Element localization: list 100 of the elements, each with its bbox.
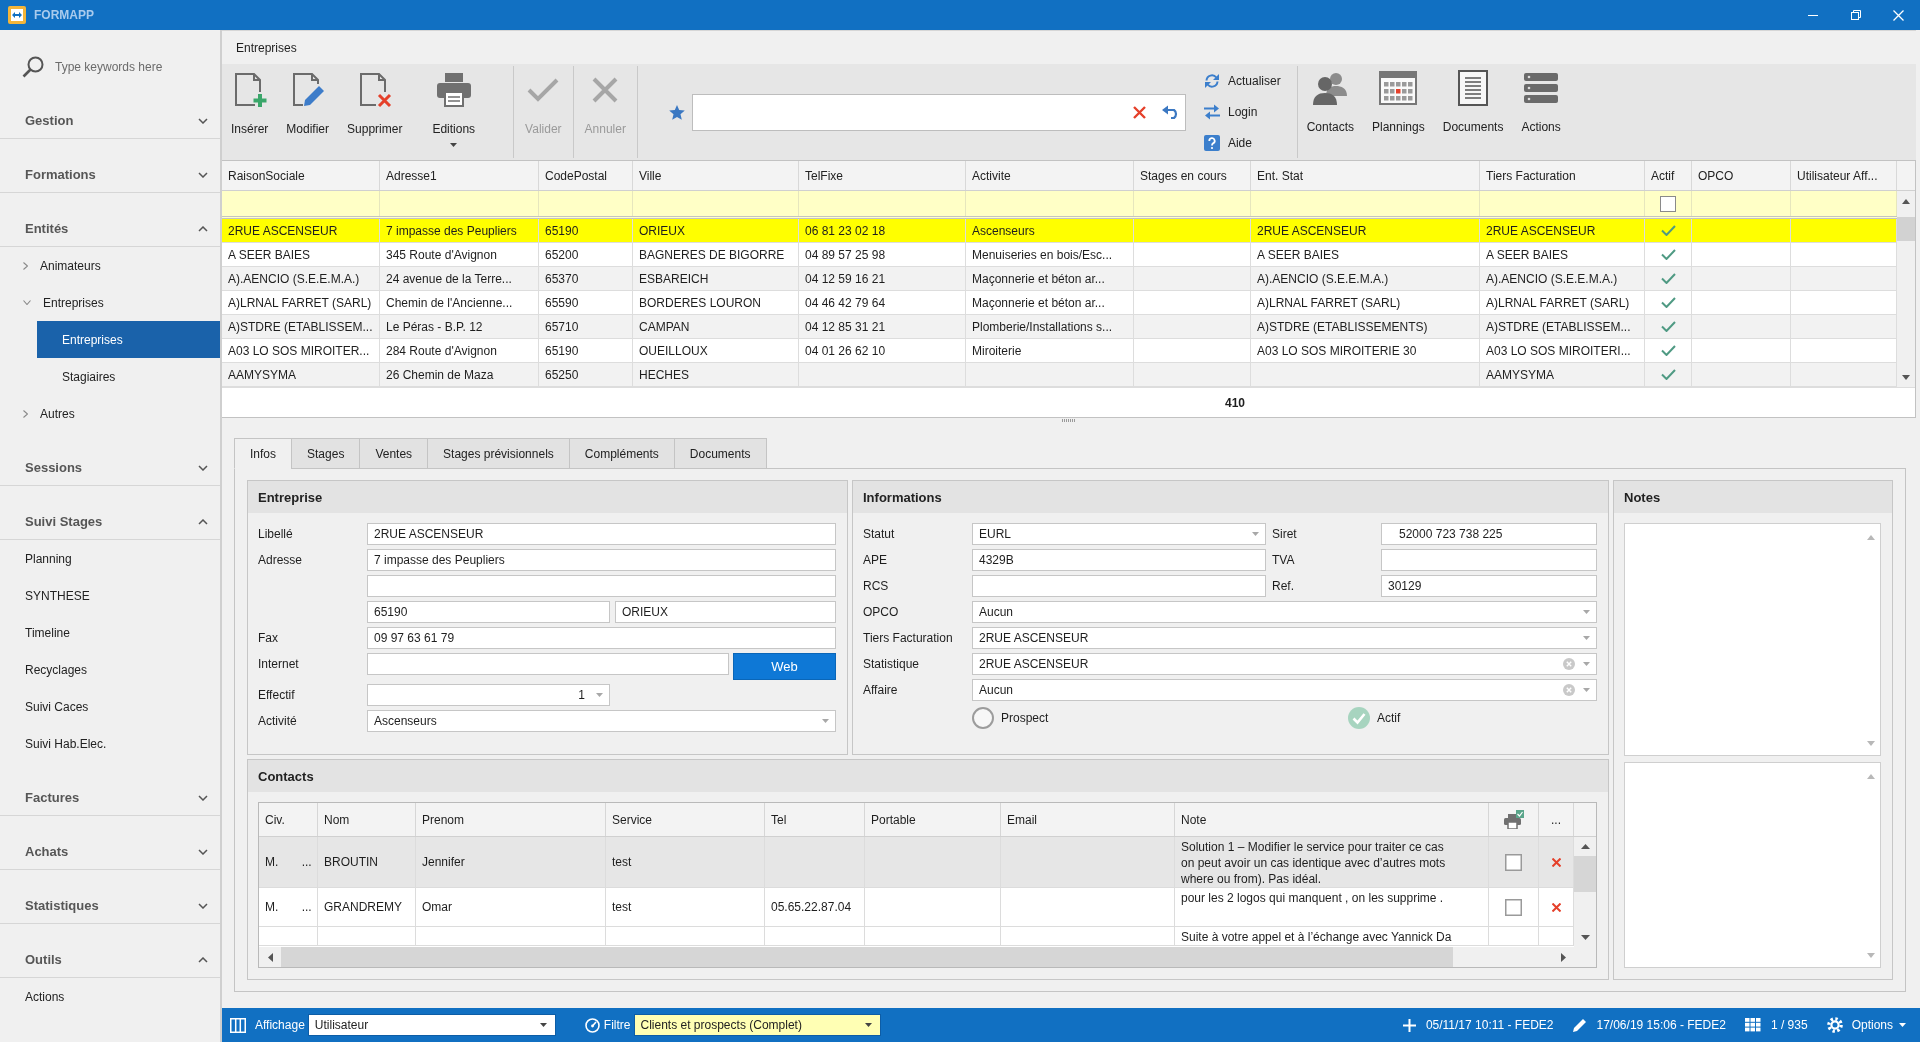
delete-icon[interactable] bbox=[1551, 902, 1561, 912]
toolbar-button[interactable]: Editions bbox=[411, 66, 512, 158]
dropdown[interactable]: Clients et prospects (Complet) bbox=[633, 1014, 881, 1036]
gauge-icon[interactable] bbox=[584, 1017, 600, 1033]
sidebar-group-header[interactable]: Gestion bbox=[0, 103, 220, 139]
toolbar-button[interactable]: Supprimer bbox=[338, 66, 412, 158]
sidebar-group-header[interactable]: Outils bbox=[0, 942, 220, 978]
column-header[interactable]: Ville bbox=[633, 161, 799, 190]
dropdown[interactable]: Ascenseurs bbox=[367, 710, 836, 732]
sidebar-item[interactable]: Suivi Hab.Elec. bbox=[0, 725, 220, 762]
toolbar-button[interactable]: Contacts bbox=[1297, 64, 1363, 156]
sidebar-item[interactable]: Suivi Caces bbox=[0, 688, 220, 725]
delete-icon[interactable] bbox=[1551, 857, 1561, 867]
table-row[interactable]: 2RUE ASCENSEUR 7 impasse des Peupliers 65190 ORIEUX 06 81 23 02 18 Ascenseurs 2RUE ASCENSEUR 2RUE ASCENSEUR bbox=[222, 219, 1897, 243]
text-field[interactable] bbox=[367, 575, 836, 597]
text-field[interactable]: ORIEUX bbox=[615, 601, 836, 623]
sidebar-item[interactable]: Stagiaires bbox=[37, 358, 220, 395]
checkbox[interactable] bbox=[1348, 707, 1370, 729]
text-field[interactable]: 7 impasse des Peupliers bbox=[367, 549, 836, 571]
sidebar-item[interactable]: SYNTHESE bbox=[0, 577, 220, 614]
text-field[interactable] bbox=[972, 575, 1266, 597]
table-row[interactable]: AAMYSYMA 26 Chemin de Maza 65250 HECHES AAMYSYMA bbox=[222, 363, 1897, 387]
vertical-scrollbar[interactable] bbox=[1574, 837, 1596, 947]
column-header[interactable]: Service bbox=[612, 812, 652, 827]
scrollbar-thumb[interactable] bbox=[1897, 217, 1915, 241]
toolbar-button[interactable]: Modifier bbox=[277, 66, 339, 158]
column-header[interactable]: Stages en cours bbox=[1134, 161, 1251, 190]
column-header[interactable]: Note bbox=[1181, 812, 1207, 827]
column-header[interactable]: Civ. bbox=[265, 812, 285, 827]
table-row[interactable]: A)STDRE (ETABLISSEM... Le Péras - B.P. 12 65710 CAMPAN 04 12 85 31 21 Plomberie/Installations s... A)STDRE (ETABLISSEMENTS) A)STDRE (ETABLISSEM... bbox=[222, 315, 1897, 339]
sidebar-group-header[interactable]: Entités bbox=[0, 211, 220, 247]
text-field[interactable] bbox=[1381, 549, 1597, 571]
options-button[interactable]: Options bbox=[1851, 1018, 1906, 1032]
sidebar-item[interactable]: Entreprises bbox=[0, 284, 220, 321]
column-header[interactable]: Prenom bbox=[422, 812, 465, 827]
caret-down-icon[interactable] bbox=[596, 693, 603, 697]
toolbar-link[interactable]: Login bbox=[1203, 96, 1281, 128]
tab[interactable]: Stages bbox=[291, 438, 361, 469]
tab[interactable]: Ventes bbox=[359, 438, 429, 469]
column-header[interactable]: Utilisateur Aff... bbox=[1791, 161, 1897, 190]
dropdown[interactable]: 2RUE ASCENSEUR bbox=[972, 627, 1597, 649]
sidebar-item[interactable]: Entreprises bbox=[37, 321, 220, 358]
vertical-scrollbar[interactable] bbox=[1897, 191, 1915, 387]
sidebar-item[interactable]: Recyclages bbox=[0, 651, 220, 688]
dropdown[interactable]: Aucun bbox=[972, 601, 1597, 623]
tab[interactable]: Documents bbox=[673, 438, 767, 469]
table-row[interactable]: A SEER BAIES 345 Route d'Avignon 65200 BAGNERES DE BIGORRE 04 89 57 25 98 Menuiseries en bois/Esc... A SEER BAIES A SEER BAIES bbox=[222, 243, 1897, 267]
text-field[interactable]: 4329B bbox=[972, 549, 1266, 571]
undo-icon[interactable] bbox=[1161, 105, 1180, 119]
column-header[interactable]: Nom bbox=[324, 812, 350, 827]
table-row[interactable]: M. ... BROUTIN Jennifer test Solution 1 – Modifier le service pour traiter ce cas on peut avoir un cas identique avec d’autres mots where ou from). Pas idéal. bbox=[259, 837, 1574, 888]
dropdown[interactable]: EURL bbox=[972, 523, 1266, 545]
sidebar-group-header[interactable]: Achats bbox=[0, 834, 220, 870]
sidebar-item[interactable]: Planning bbox=[0, 540, 220, 577]
sidebar-group-header[interactable]: Formations bbox=[0, 157, 220, 193]
table-row[interactable]: Suite à votre appel et à l’échange avec Yannick Da bbox=[259, 927, 1574, 946]
columns-icon[interactable] bbox=[230, 1017, 246, 1033]
column-header[interactable]: CodePostal bbox=[539, 161, 633, 190]
scroll-right-icon[interactable] bbox=[1560, 952, 1566, 962]
column-header[interactable]: Tel bbox=[771, 812, 787, 827]
scroll-down-icon[interactable] bbox=[1902, 374, 1910, 380]
tab[interactable]: Infos bbox=[234, 438, 292, 469]
table-row[interactable]: A03 LO SOS MIROITER... 284 Route d'Avignon 65190 OUEILLOUX 04 01 26 62 10 Miroiterie A03 LO SOS MIROITERIE 30 A03 LO SOS MIROITERI... bbox=[222, 339, 1897, 363]
sidebar-item[interactable]: Animateurs bbox=[0, 247, 220, 284]
dropdown[interactable]: Aucun bbox=[972, 679, 1597, 701]
settings-icon[interactable] bbox=[1826, 1017, 1843, 1033]
scroll-down-icon[interactable] bbox=[1580, 935, 1590, 940]
checkbox[interactable] bbox=[1660, 195, 1676, 212]
number-field[interactable]: 1 bbox=[367, 684, 610, 706]
table-row[interactable]: M. ... GRANDREMY Omar test 05.65.22.87.04 pour les 2 logos qui manquent , on les supprime . bbox=[259, 888, 1574, 927]
scroll-up-icon[interactable] bbox=[1902, 198, 1910, 204]
checkbox[interactable] bbox=[1505, 898, 1522, 916]
toolbar-button[interactable]: Insérer bbox=[222, 66, 278, 158]
column-header[interactable]: Tiers Facturation bbox=[1480, 161, 1645, 190]
search-field[interactable] bbox=[691, 93, 1186, 131]
column-header[interactable]: OPCO bbox=[1692, 161, 1791, 190]
search-field[interactable]: Type keywords here bbox=[55, 57, 205, 76]
toolbar-link[interactable]: Actualiser bbox=[1203, 66, 1281, 97]
web-button[interactable]: Web bbox=[733, 653, 836, 680]
text-field[interactable]: 09 97 63 61 79 bbox=[367, 627, 836, 649]
sidebar-item[interactable]: Actions bbox=[0, 978, 220, 1015]
column-header[interactable]: Email bbox=[1007, 812, 1037, 827]
checkbox[interactable] bbox=[972, 707, 994, 729]
text-field[interactable] bbox=[367, 653, 729, 675]
column-header[interactable]: ... bbox=[1551, 812, 1561, 827]
dropdown[interactable]: Utilisateur bbox=[307, 1014, 556, 1036]
toolbar-link[interactable]: Aide bbox=[1203, 127, 1281, 158]
printer-check-icon[interactable] bbox=[1503, 810, 1524, 829]
table-row[interactable]: A).AENCIO (S.E.E.M.A.) 24 avenue de la Terre... 65370 ESBAREICH 04 12 59 16 21 Maçonnerie et béton ar... A).AENCIO (S.E.E.M.A.) A).AENCIO (S.E.E.M.A.) bbox=[222, 267, 1897, 291]
text-field[interactable]: 52000 723 738 225 bbox=[1381, 523, 1597, 545]
sidebar-group-header[interactable]: Statistiques bbox=[0, 888, 220, 924]
toolbar-button[interactable]: Documents bbox=[1433, 64, 1513, 156]
column-header[interactable]: Activite bbox=[966, 161, 1134, 190]
table-row[interactable]: A)LRNAL FARRET (SARL) Chemin de l'Ancienne... 65590 BORDERES LOURON 04 46 42 79 64 Maçonnerie et béton ar... A)LRNAL FARRET (SARL) A)LRNAL FARRET (SARL) bbox=[222, 291, 1897, 315]
column-header[interactable]: Portable bbox=[871, 812, 916, 827]
sidebar-item[interactable]: Timeline bbox=[0, 614, 220, 651]
sidebar-group-header[interactable]: Sessions bbox=[0, 450, 220, 486]
dropdown[interactable]: 2RUE ASCENSEUR bbox=[972, 653, 1597, 675]
text-field[interactable]: 2RUE ASCENSEUR bbox=[367, 523, 836, 545]
sidebar-group-header[interactable]: Suivi Stages bbox=[0, 504, 220, 540]
